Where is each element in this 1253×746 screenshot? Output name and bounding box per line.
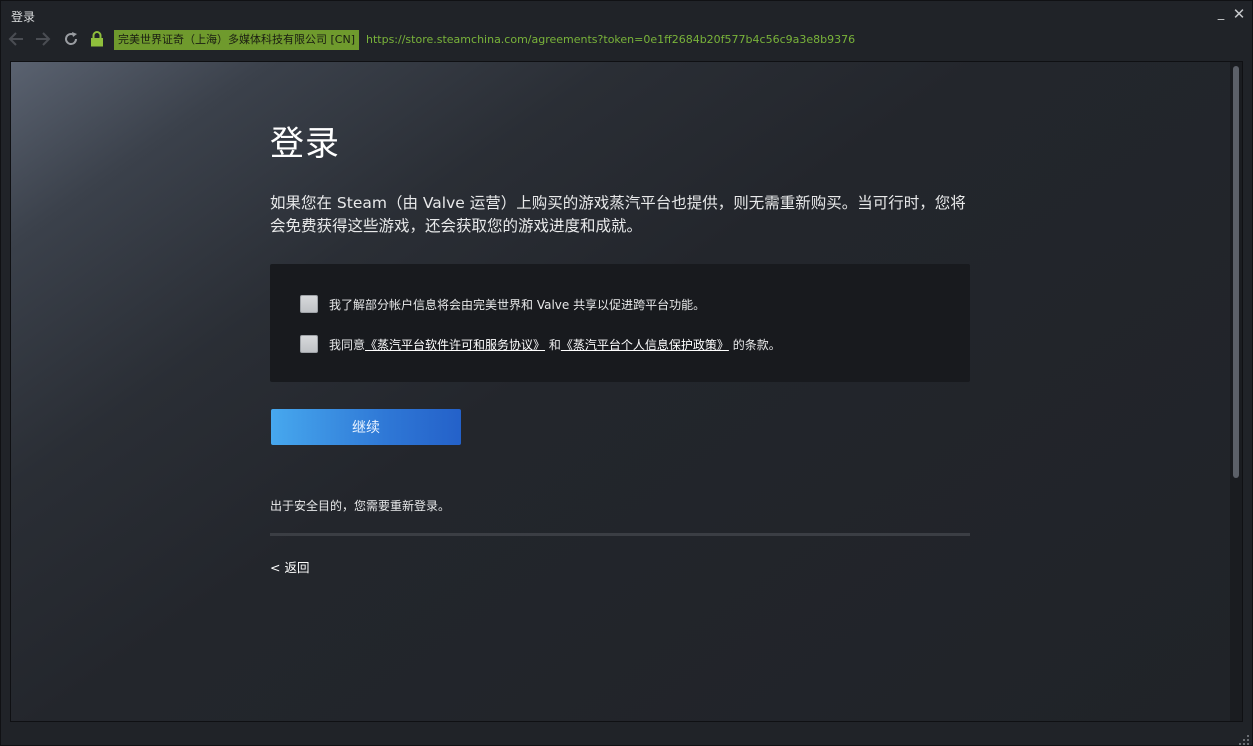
terms-middle: 和 [548, 337, 561, 352]
navigation-bar: 完美世界证奇（上海）多媒体科技有限公司 [CN] https://store.s… [1, 27, 1252, 53]
divider [270, 533, 970, 536]
share-info-label: 我了解部分帐户信息将会由完美世界和 Valve 共享以促进跨平台功能。 [329, 297, 706, 312]
reload-icon[interactable] [61, 29, 81, 49]
minimize-button[interactable]: _ [1214, 6, 1228, 22]
window-title: 登录 [11, 10, 36, 24]
scrollbar[interactable] [1230, 62, 1242, 721]
agreement-row-terms: 我同意《蒸汽平台软件许可和服务协议》 和《蒸汽平台个人信息保护政策》 的条款。 [300, 334, 781, 354]
agreement-panel: 我了解部分帐户信息将会由完美世界和 Valve 共享以促进跨平台功能。 我同意《… [270, 264, 970, 382]
terms-suffix: 的条款。 [732, 337, 781, 352]
scrollbar-thumb[interactable] [1233, 66, 1239, 478]
back-link[interactable]: < 返回 [270, 557, 309, 576]
lock-icon [87, 29, 107, 49]
url-display: https://store.steamchina.com/agreements?… [366, 33, 856, 46]
share-info-checkbox[interactable] [300, 295, 318, 313]
agreement-row-share: 我了解部分帐户信息将会由完美世界和 Valve 共享以促进跨平台功能。 [300, 294, 705, 314]
terms-prefix: 我同意 [329, 337, 366, 352]
page-title: 登录 [270, 124, 340, 164]
terms-checkbox[interactable] [300, 335, 318, 353]
intro-text: 如果您在 Steam（由 Valve 运营）上购买的游戏蒸汽平台也提供，则无需重… [270, 194, 966, 235]
close-button[interactable]: ✕ [1232, 6, 1246, 22]
security-note: 出于安全目的，您需要重新登录。 [270, 499, 451, 513]
arrow-left-icon[interactable] [6, 29, 26, 49]
terms-label: 我同意《蒸汽平台软件许可和服务协议》 和《蒸汽平台个人信息保护政策》 的条款。 [329, 336, 781, 353]
certificate-badge[interactable]: 完美世界证奇（上海）多媒体科技有限公司 [CN] [114, 30, 359, 50]
continue-button[interactable]: 继续 [271, 409, 461, 445]
license-agreement-link[interactable]: 《蒸汽平台软件许可和服务协议》 [365, 338, 545, 352]
steam-browser-window: 登录 _ ✕ 完美世界证奇（上海）多媒体科技有限公司 [CN] https://… [0, 0, 1253, 746]
privacy-policy-link[interactable]: 《蒸汽平台个人信息保护政策》 [561, 338, 729, 352]
resize-grip-icon[interactable] [1238, 731, 1250, 745]
page-viewport: 登录 如果您在 Steam（由 Valve 运营）上购买的游戏蒸汽平台也提供，则… [10, 61, 1243, 722]
arrow-right-icon[interactable] [33, 29, 53, 49]
